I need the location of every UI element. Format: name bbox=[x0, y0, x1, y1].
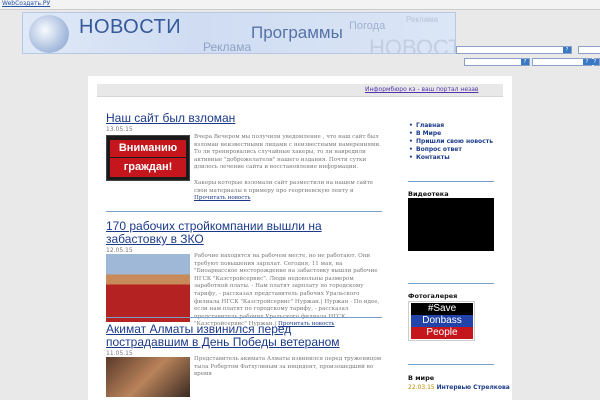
save-donbass-line-2: Donbass bbox=[411, 315, 473, 327]
menu-item-home[interactable]: Главная bbox=[408, 122, 493, 130]
read-more-link[interactable]: Прочитать новость bbox=[194, 195, 251, 201]
article-text: Представитель акимата Алматы извинился п… bbox=[194, 356, 382, 379]
article-text-p1: Вчера Вечером мы получили уведомление , … bbox=[194, 134, 381, 171]
article-text-2: Хакеры которые взломали сайт разместили … bbox=[194, 180, 382, 203]
article-title[interactable]: 170 рабочих стройкомпании вышли на забас… bbox=[106, 220, 382, 246]
menu-item-world[interactable]: В Мире bbox=[408, 130, 493, 138]
article-2: 170 рабочих стройкомпании вышли на забас… bbox=[106, 220, 382, 327]
news-ticker: Информбюро кз - ваш портал незав bbox=[97, 84, 503, 97]
menu-item-send-news[interactable]: Пришли свою новость bbox=[408, 138, 493, 146]
article-text-p1: Представитель акимата Алматы извинился п… bbox=[194, 356, 382, 378]
video-heading: Видеотека bbox=[408, 190, 449, 198]
article-text: Вчера Вечером мы получили уведомление , … bbox=[194, 134, 382, 172]
banner-pogoda: Погода bbox=[349, 20, 386, 32]
globe-logo-icon bbox=[29, 15, 69, 53]
sidebar-menu: Главная В Мире Пришли свою новость Вопро… bbox=[408, 122, 493, 162]
select-field-5[interactable]: ? bbox=[591, 58, 600, 66]
banner-novosti: НОВОСТИ bbox=[79, 16, 182, 38]
form-row-2: ? ? ? bbox=[464, 58, 600, 66]
select-field-4[interactable]: ? bbox=[532, 58, 592, 66]
dropdown-icon[interactable]: ? bbox=[563, 47, 571, 53]
world-news-date: 22.03.15 bbox=[408, 384, 435, 391]
article-image-veteran[interactable] bbox=[106, 357, 190, 397]
world-news-title[interactable]: Интервью Стрелкова bbox=[437, 384, 510, 391]
select-field-2[interactable]: ? bbox=[578, 46, 600, 54]
dropdown-icon[interactable]: ? bbox=[583, 59, 591, 65]
article-1: Наш сайт был взломан 13.05.15 Вниманию г… bbox=[106, 112, 382, 201]
article-image-warning[interactable]: Вниманию граждан! bbox=[106, 135, 190, 181]
warning-banner-line-1: Вниманию bbox=[110, 140, 186, 157]
warning-banner-line-2: граждан! bbox=[110, 158, 186, 177]
menu-item-qa[interactable]: Вопрос ответ bbox=[408, 146, 493, 154]
banner-programmy: Программы bbox=[251, 23, 343, 42]
banner-reklama: Реклама bbox=[203, 40, 252, 54]
sidebar-separator bbox=[408, 181, 494, 182]
select-field-3[interactable]: ? bbox=[464, 58, 530, 66]
sidebar-separator bbox=[408, 364, 494, 365]
menu-item-contacts[interactable]: Контакты bbox=[408, 154, 493, 162]
article-date: 13.05.15 bbox=[106, 126, 133, 133]
top-bar: WebСоздать.РУ bbox=[0, 0, 600, 10]
select-field-1[interactable]: ? bbox=[456, 46, 572, 54]
header-banner[interactable]: НОВОСТИ Программы Реклама Погода НОВОСТИ… bbox=[22, 12, 456, 54]
save-donbass-line-1: #Save bbox=[411, 303, 473, 315]
article-separator bbox=[106, 211, 382, 212]
article-title[interactable]: Акимат Алматы извинился перед пострадавш… bbox=[106, 323, 366, 349]
article-separator bbox=[106, 317, 382, 318]
sidebar-separator bbox=[408, 283, 494, 284]
photo-gallery-image[interactable]: #Save Donbass People bbox=[408, 301, 475, 341]
article-text-p2: Хакеры которые взломали сайт разместили … bbox=[194, 180, 374, 194]
ticker-link[interactable]: Информбюро кз - ваш портал незав bbox=[365, 86, 478, 93]
dropdown-icon[interactable]: ? bbox=[521, 59, 529, 65]
banner-reklama-faded: Реклама bbox=[406, 15, 439, 24]
save-donbass-line-3: People bbox=[411, 327, 473, 339]
site-link[interactable]: WebСоздать.РУ bbox=[2, 0, 50, 7]
article-3: Акимат Алматы извинился перед пострадавш… bbox=[106, 323, 382, 397]
world-news-item[interactable]: 22.03.15 Интервью Стрелкова bbox=[408, 384, 510, 392]
dropdown-icon[interactable]: ? bbox=[591, 59, 599, 65]
world-heading: В мире bbox=[408, 374, 435, 382]
banner-novosti-faded: НОВОСТИ bbox=[369, 35, 455, 54]
article-image-workers[interactable] bbox=[106, 254, 190, 322]
video-player[interactable] bbox=[408, 198, 494, 251]
form-row-1: ? ? bbox=[456, 46, 600, 54]
photo-heading: Фотогалерея bbox=[408, 292, 458, 300]
article-title[interactable]: Наш сайт был взломан bbox=[106, 112, 382, 125]
